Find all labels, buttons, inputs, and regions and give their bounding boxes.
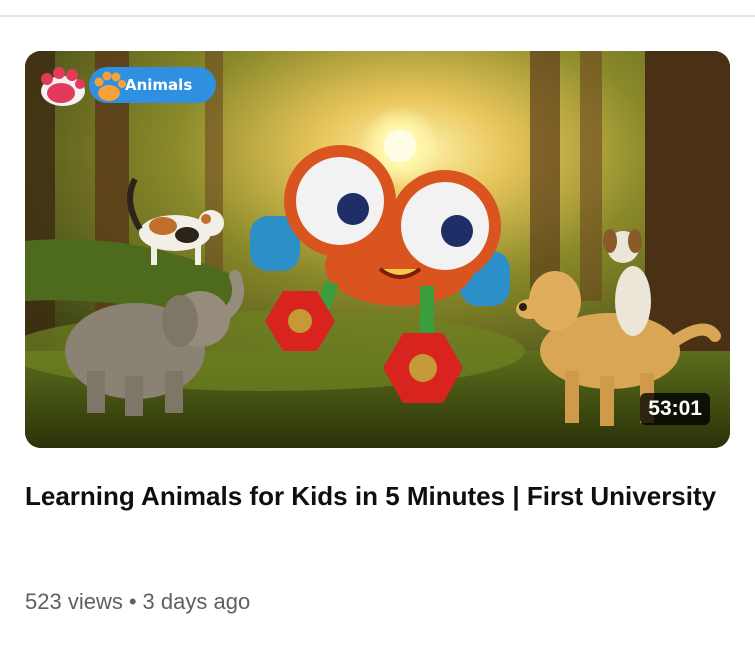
category-badge: Animals: [33, 63, 217, 107]
duration-badge: 53:01: [640, 393, 710, 425]
video-metadata: 523 views • 3 days ago: [25, 586, 250, 618]
video-card: Animals 53:01 Learning Animals for Kids …: [0, 0, 755, 651]
paw-prints-icon: [41, 67, 126, 106]
video-thumbnail[interactable]: Animals 53:01: [25, 51, 730, 448]
meta-separator: •: [128, 589, 137, 614]
upload-age: 3 days ago: [142, 589, 251, 614]
video-title[interactable]: Learning Animals for Kids in 5 Minutes |…: [25, 474, 725, 518]
view-count: 523 views: [25, 589, 123, 614]
thumbnail-scene: [25, 51, 730, 448]
